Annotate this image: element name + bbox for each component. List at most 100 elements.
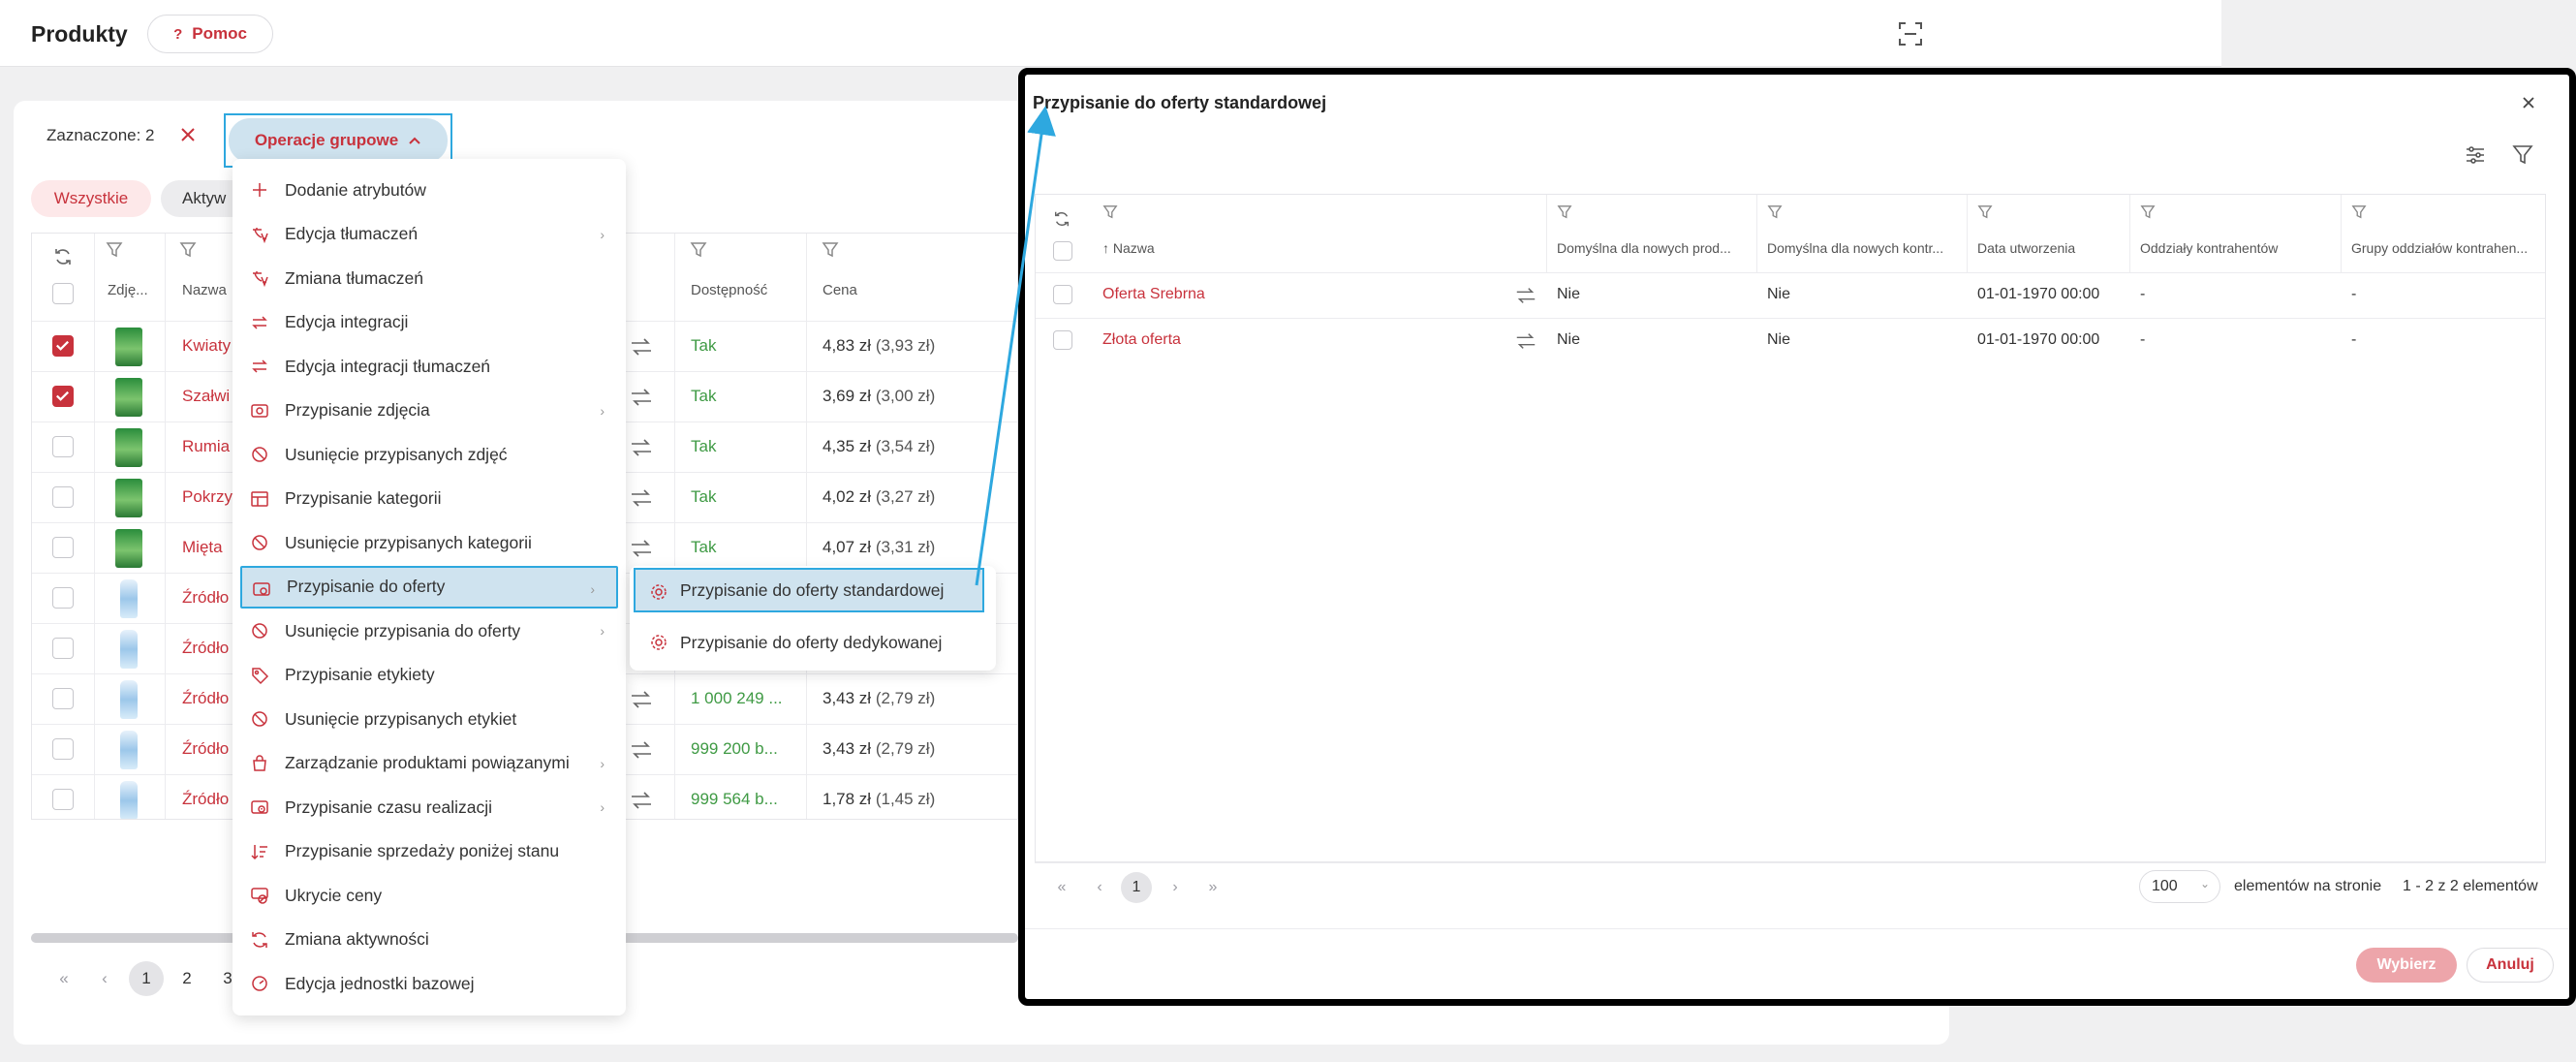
cell-name[interactable]: Złota oferta (1102, 331, 1181, 349)
integration-icon[interactable] (629, 739, 654, 761)
page-button-1[interactable]: 1 (129, 961, 164, 996)
menu-item[interactable]: Przypisanie sprzedaży poniżej stanu (233, 830, 626, 873)
menu-item[interactable]: Usunięcie przypisania do oferty › (233, 609, 626, 652)
menu-item[interactable]: Przypisanie etykiety (233, 654, 626, 697)
column-header-created[interactable]: Data utworzenia (1977, 240, 2075, 256)
integration-icon[interactable] (629, 387, 654, 408)
refresh-icon[interactable] (53, 247, 73, 266)
choose-button[interactable]: Wybierz (2356, 948, 2457, 983)
per-page-select[interactable]: 100 ⌄ (2139, 870, 2220, 903)
filter-chip-active[interactable]: Aktyw (161, 180, 238, 217)
filter-icon[interactable] (690, 241, 707, 259)
select-all-checkbox[interactable] (1053, 241, 1072, 261)
prev-page-icon[interactable]: ‹ (1084, 872, 1115, 903)
menu-item[interactable]: Edycja integracji (233, 301, 626, 344)
row-checkbox[interactable] (1053, 285, 1072, 304)
filter-icon[interactable] (2351, 204, 2367, 220)
menu-item[interactable]: Zarządzanie produktami powiązanymi › (233, 742, 626, 785)
menu-item-standard-offer[interactable]: Przypisanie do oferty standardowej (634, 568, 984, 612)
filter-icon[interactable] (2140, 204, 2156, 220)
menu-item[interactable]: Zmiana aktywności (233, 919, 626, 961)
row-checkbox[interactable] (52, 335, 74, 357)
cancel-button[interactable]: Anuluj (2467, 948, 2554, 983)
menu-item[interactable]: Edycja integracji tłumaczeń (233, 345, 626, 388)
product-name[interactable]: Źródło (182, 790, 229, 809)
row-checkbox[interactable] (52, 386, 74, 407)
integration-icon[interactable] (629, 689, 654, 710)
product-name[interactable]: Źródło (182, 588, 229, 608)
column-header-price[interactable]: Cena (822, 282, 857, 298)
menu-item[interactable]: Dodanie atrybutów (233, 169, 626, 211)
prev-page-icon[interactable]: ‹ (87, 961, 122, 996)
product-name[interactable]: Źródło (182, 739, 229, 759)
filter-chip-all[interactable]: Wszystkie (31, 180, 151, 217)
fullscreen-icon[interactable] (1898, 21, 1923, 47)
integration-icon[interactable] (629, 538, 654, 559)
page-button-1[interactable]: 1 (1121, 872, 1152, 903)
table-row[interactable]: Oferta Srebrna Nie Nie 01-01-1970 00:00 - - (1036, 272, 2545, 318)
filter-icon[interactable] (1557, 204, 1572, 220)
page-button-2[interactable]: 2 (170, 961, 204, 996)
column-settings-icon[interactable] (2464, 143, 2487, 167)
integration-icon[interactable] (629, 437, 654, 458)
column-header-default-clients[interactable]: Domyślna dla nowych kontr... (1767, 240, 1943, 256)
menu-item[interactable]: Edycja jednostki bazowej (233, 962, 626, 1005)
product-name[interactable]: Pokrzy (182, 487, 233, 507)
menu-item[interactable]: Usunięcie przypisanych zdjęć (233, 433, 626, 476)
row-checkbox[interactable] (1053, 330, 1072, 350)
column-header-branches[interactable]: Oddziały kontrahentów (2140, 240, 2278, 256)
row-checkbox[interactable] (52, 436, 74, 457)
menu-item[interactable]: Ukrycie ceny (233, 874, 626, 917)
product-name[interactable]: Szałwi (182, 387, 230, 406)
close-icon[interactable] (178, 125, 198, 144)
column-header-photo[interactable]: Zdję... (108, 282, 148, 298)
column-header-name[interactable]: ↑ Nazwa (1102, 240, 1155, 256)
filter-icon[interactable] (822, 241, 839, 259)
menu-item-dedicated-offer[interactable]: Przypisanie do oferty dedykowanej (630, 620, 996, 665)
menu-item[interactable]: Zmiana tłumaczeń (233, 257, 626, 299)
menu-item[interactable]: Przypisanie kategorii (233, 478, 626, 520)
integration-icon[interactable] (1514, 330, 1537, 352)
filter-icon[interactable] (179, 241, 197, 259)
product-name[interactable]: Rumia (182, 437, 230, 456)
next-page-icon[interactable]: › (1160, 872, 1191, 903)
row-checkbox[interactable] (52, 638, 74, 659)
filter-icon[interactable] (1977, 204, 1993, 220)
product-name[interactable]: Kwiaty (182, 336, 231, 356)
first-page-icon[interactable]: « (47, 961, 81, 996)
last-page-icon[interactable]: » (1197, 872, 1228, 903)
close-icon[interactable] (2519, 93, 2538, 112)
row-checkbox[interactable] (52, 587, 74, 609)
refresh-icon[interactable] (1053, 210, 1071, 228)
row-checkbox[interactable] (52, 738, 74, 760)
filter-icon[interactable] (106, 241, 123, 259)
integration-icon[interactable] (629, 487, 654, 509)
menu-item[interactable]: Przypisanie do oferty › (240, 565, 618, 609)
filter-icon[interactable] (1767, 204, 1783, 220)
column-header-default-products[interactable]: Domyślna dla nowych prod... (1557, 240, 1731, 256)
menu-item[interactable]: Edycja tłumaczeń › (233, 213, 626, 256)
row-checkbox[interactable] (52, 688, 74, 709)
first-page-icon[interactable]: « (1046, 872, 1077, 903)
select-all-checkbox[interactable] (52, 283, 74, 304)
product-name[interactable]: Mięta (182, 538, 223, 557)
menu-item[interactable]: Usunięcie przypisanych kategorii (233, 521, 626, 564)
integration-icon[interactable] (629, 790, 654, 811)
product-name[interactable]: Źródło (182, 639, 229, 658)
table-row[interactable]: Złota oferta Nie Nie 01-01-1970 00:00 - - (1036, 318, 2545, 363)
row-checkbox[interactable] (52, 537, 74, 558)
filter-icon[interactable] (1102, 204, 1118, 220)
menu-item[interactable]: Przypisanie czasu realizacji › (233, 786, 626, 828)
row-checkbox[interactable] (52, 486, 74, 508)
integration-icon[interactable] (629, 336, 654, 358)
help-button[interactable]: ? Pomoc (147, 15, 273, 53)
column-header-name[interactable]: Nazwa (182, 282, 227, 298)
filter-icon[interactable] (2511, 143, 2534, 167)
product-name[interactable]: Źródło (182, 689, 229, 708)
cell-name[interactable]: Oferta Srebrna (1102, 286, 1205, 303)
column-header-branch-groups[interactable]: Grupy oddziałów kontrahen... (2351, 240, 2528, 256)
integration-icon[interactable] (1514, 285, 1537, 306)
row-checkbox[interactable] (52, 789, 74, 810)
column-header-availability[interactable]: Dostępność (691, 282, 767, 298)
menu-item[interactable]: Przypisanie zdjęcia › (233, 390, 626, 432)
